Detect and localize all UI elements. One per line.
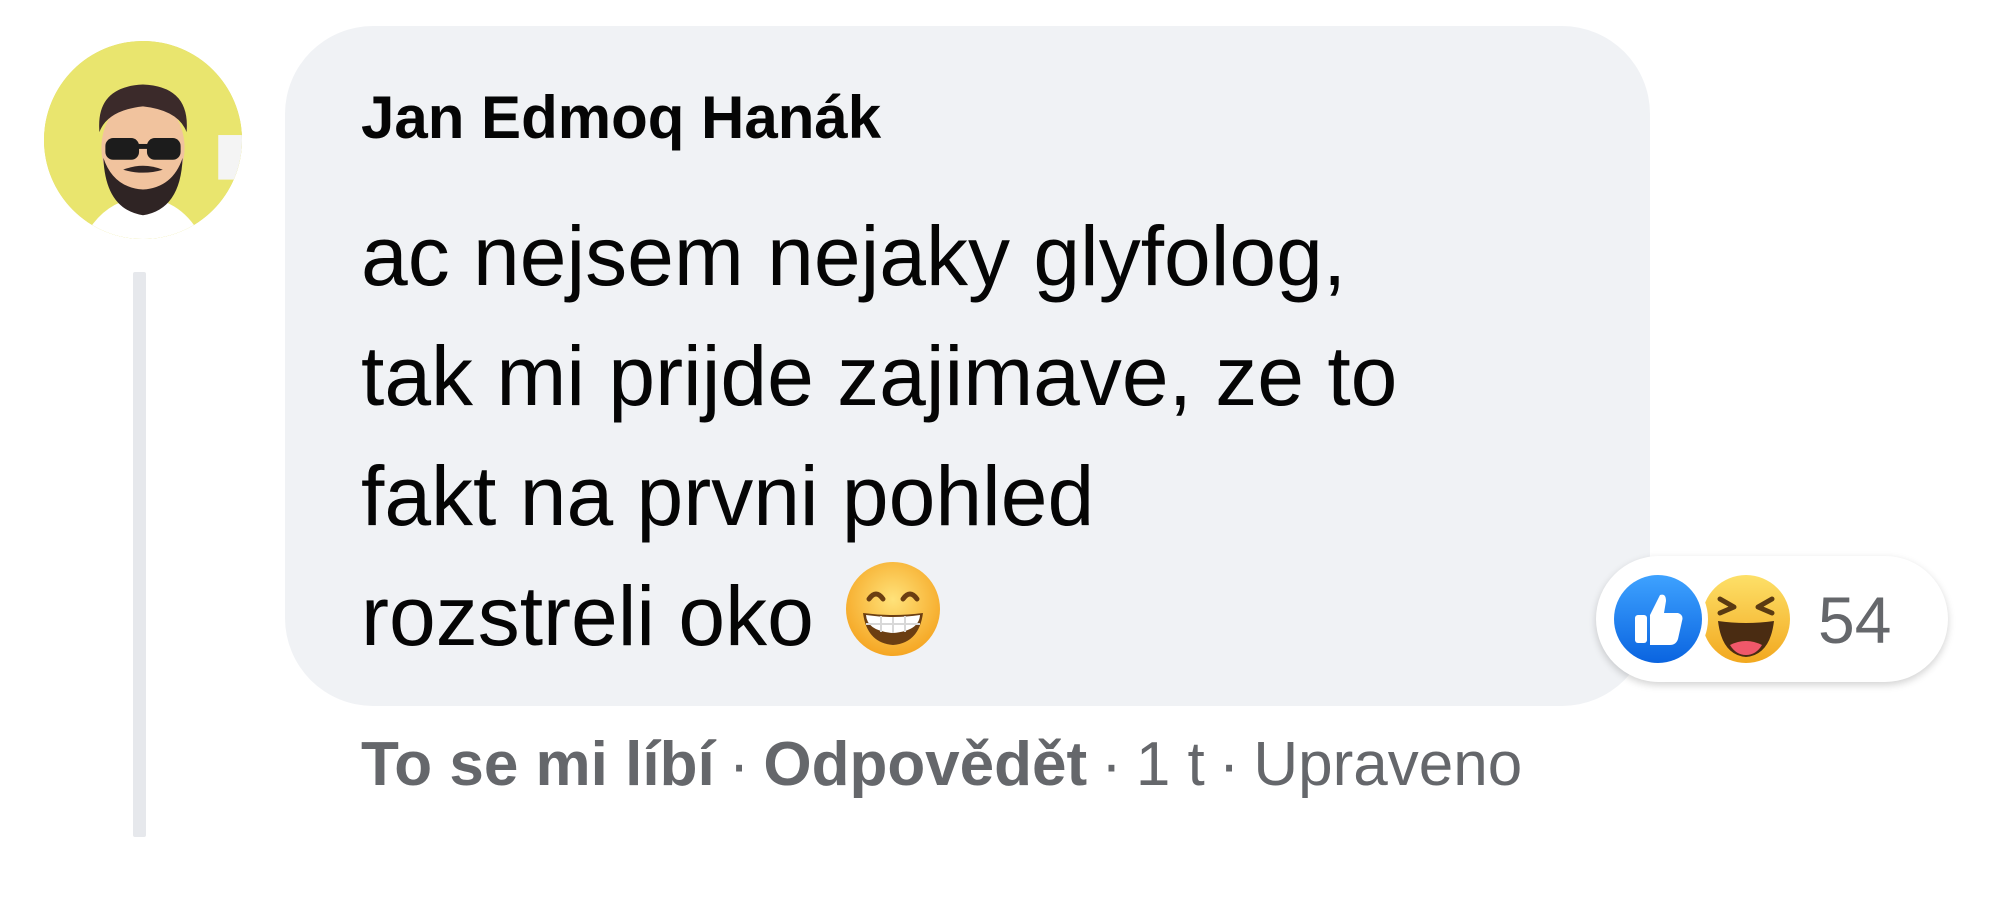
- reactions-summary[interactable]: 54: [1596, 556, 1948, 682]
- reply-link[interactable]: Odpovědět: [763, 730, 1087, 799]
- separator-dot: ·: [1218, 730, 1240, 799]
- separator-dot: ·: [728, 730, 750, 799]
- comment-line-text: rozstreli oko: [361, 569, 814, 663]
- comment-author[interactable]: Jan Edmoq Hanák: [361, 80, 881, 155]
- comment-line: fakt na prvni pohled: [361, 449, 1095, 543]
- like-link[interactable]: To se mi líbí: [361, 730, 715, 799]
- comment-text: ac nejsem nejaky glyfolog, tak mi prijde…: [361, 196, 1591, 676]
- avatar-image: [44, 41, 242, 239]
- timestamp[interactable]: 1 t: [1136, 730, 1205, 799]
- comment-actions: To se mi líbí · Odpovědět · 1 t · Upraveno: [361, 728, 1522, 802]
- separator-dot: ·: [1101, 730, 1122, 799]
- edited-label[interactable]: Upraveno: [1253, 730, 1522, 799]
- comment-line: ac nejsem nejaky glyfolog,: [361, 209, 1347, 303]
- haha-reaction-icon: [1696, 569, 1796, 669]
- reply-thread-line: [133, 272, 146, 837]
- avatar[interactable]: [44, 41, 242, 239]
- grinning-face-emoji-icon: [843, 559, 943, 659]
- comment-line: tak mi prijde zajimave, ze to: [361, 329, 1398, 423]
- comment-line-last: rozstreli oko: [361, 556, 1591, 676]
- reaction-count: 54: [1818, 583, 1892, 657]
- like-reaction-icon: [1608, 569, 1708, 669]
